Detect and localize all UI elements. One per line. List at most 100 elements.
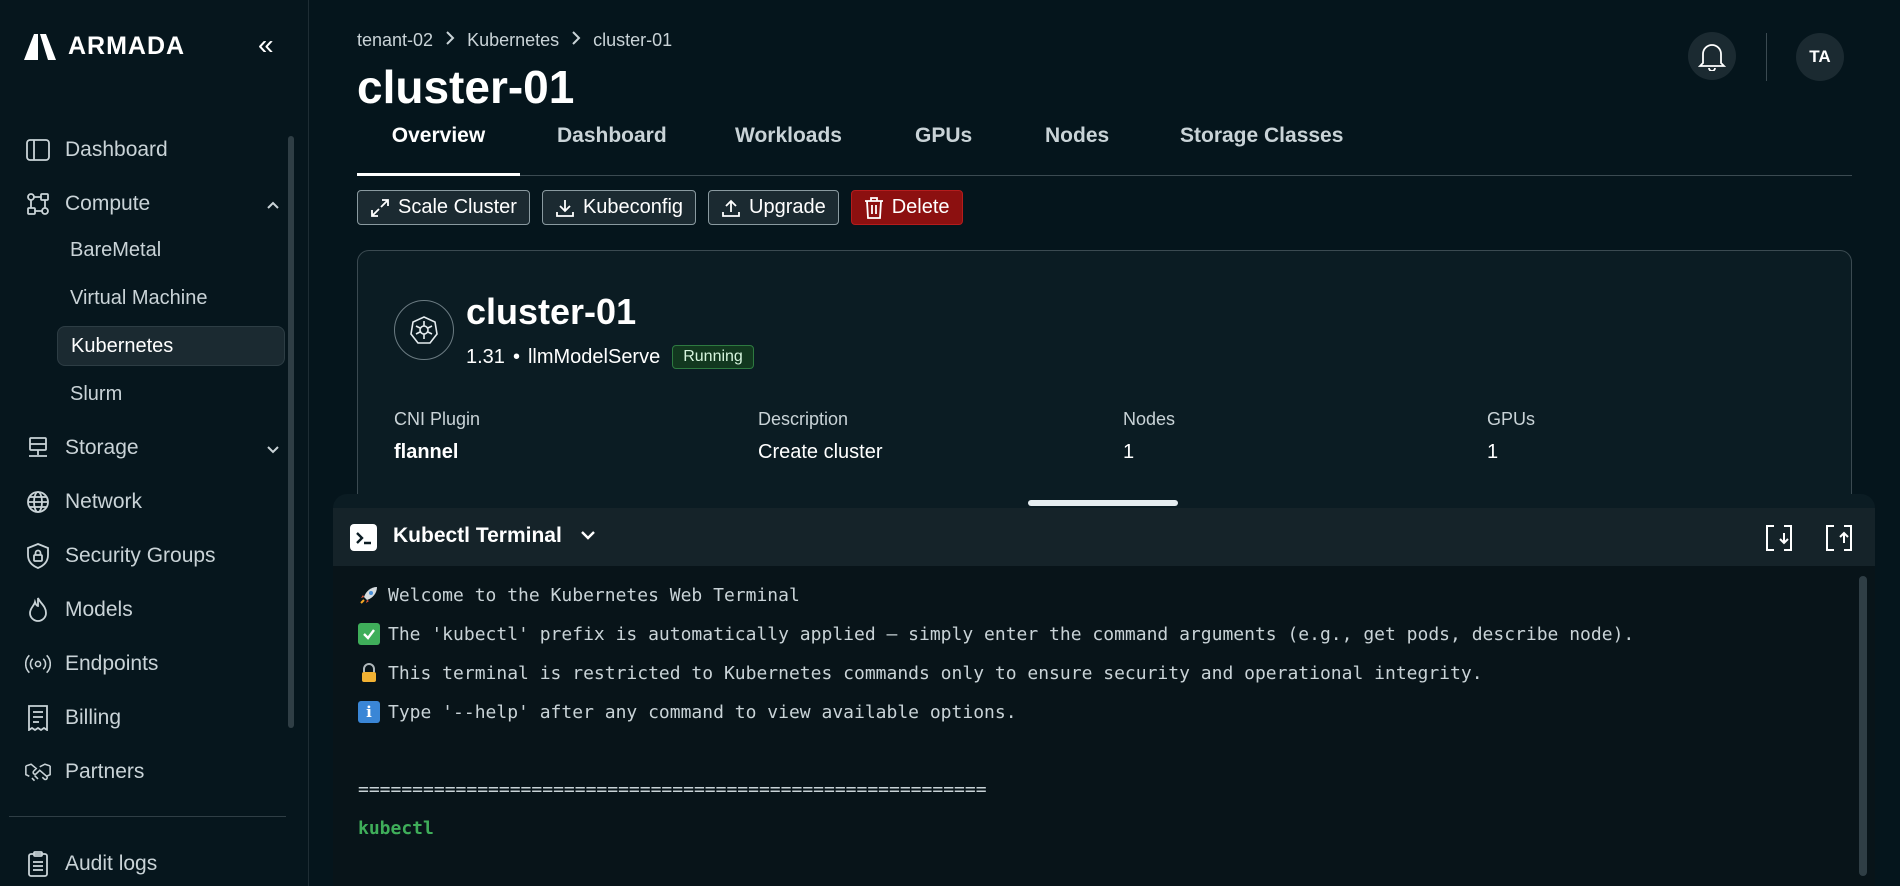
terminal-line-text: The 'kubectl' prefix is automatically ap… (388, 623, 1635, 645)
cluster-model: llmModelServe (527, 345, 661, 368)
receipt-icon (25, 705, 51, 731)
terminal-separator: ========================================… (358, 779, 987, 800)
field-label-nodes: Nodes (1123, 409, 1176, 429)
terminal-header: Kubectl Terminal (333, 508, 1875, 566)
avatar[interactable]: TA (1796, 33, 1844, 81)
tab-gpus[interactable]: GPUs (915, 120, 972, 176)
header-divider (1766, 33, 1767, 81)
sidebar-item-compute[interactable]: Compute (25, 184, 280, 224)
terminal-line-text: Welcome to the Kubernetes Web Terminal (388, 584, 800, 606)
terminal-line: The 'kubectl' prefix is automatically ap… (358, 623, 1634, 645)
field-value-gpus: 1 (1487, 441, 1499, 463)
notifications-button[interactable] (1688, 32, 1736, 80)
sidebar-item-label: Endpoints (65, 652, 159, 675)
flame-icon (25, 597, 51, 623)
terminal-line: Welcome to the Kubernetes Web Terminal (358, 584, 800, 606)
expand-terminal-icon[interactable] (1764, 523, 1794, 553)
button-label: Upgrade (749, 196, 826, 218)
upgrade-button[interactable]: Upgrade (708, 190, 839, 225)
sidebar-item-network[interactable]: Network (25, 482, 280, 522)
globe-icon (25, 489, 51, 515)
sidebar-subitem-kubernetes[interactable]: Kubernetes (57, 326, 285, 366)
sidebar-divider (9, 816, 286, 817)
field-label-gpus: GPUs (1487, 409, 1536, 429)
clipboard-icon (25, 851, 51, 877)
sidebar-item-models[interactable]: Models (25, 590, 280, 630)
tab-storage-classes[interactable]: Storage Classes (1180, 120, 1343, 176)
cluster-name: cluster-01 (466, 291, 637, 332)
chevron-down-icon[interactable] (579, 526, 597, 549)
button-label: Scale Cluster (398, 196, 517, 218)
cluster-overview-card: cluster-01 1.31 • llmModelServe Running … (357, 250, 1852, 510)
sidebar-item-partners[interactable]: Partners (25, 752, 280, 792)
sidebar-item-label: Network (65, 490, 143, 513)
sidebar-scrollbar[interactable] (288, 136, 294, 728)
separator-dot: • (512, 345, 520, 368)
sidebar-item-endpoints[interactable]: Endpoints (25, 644, 280, 684)
sidebar-item-label: Audit logs (65, 852, 158, 875)
armada-logo[interactable]: ARMADA (22, 30, 185, 62)
delete-button[interactable]: Delete (850, 190, 963, 225)
terminal-line-text: This terminal is restricted to Kubernete… (388, 662, 1483, 684)
sidebar-item-label: Security Groups (65, 544, 216, 567)
expand-arrows-icon (371, 198, 389, 217)
tab-bar: Overview Dashboard Workloads GPUs Nodes … (357, 120, 1852, 176)
tab-workloads[interactable]: Workloads (735, 120, 842, 176)
trash-icon (864, 196, 883, 219)
rocket-icon (358, 584, 380, 606)
terminal-prompt-icon (350, 524, 377, 551)
resize-handle[interactable] (1028, 500, 1178, 506)
kubectl-terminal-panel: Kubectl Terminal Welcome to the Kubernet… (333, 494, 1875, 886)
chevron-down-icon (266, 438, 280, 462)
breadcrumb-item[interactable]: Kubernetes (467, 30, 559, 51)
info-icon: i (358, 701, 380, 723)
terminal-line: i Type '--help' after any command to vie… (358, 701, 1017, 723)
upload-icon (722, 199, 740, 217)
sidebar-panel-icon (25, 137, 51, 163)
scale-cluster-button[interactable]: Scale Cluster (357, 190, 530, 225)
field-label-cni-plugin: CNI Plugin (394, 409, 481, 429)
kubeconfig-button[interactable]: Kubeconfig (541, 190, 697, 225)
collapse-sidebar-button[interactable]: « (258, 31, 288, 62)
breadcrumb: tenant-02 Kubernetes cluster-01 (357, 30, 672, 51)
sidebar-item-label: Compute (65, 192, 151, 215)
action-bar: Scale Cluster Kubeconfig Upgrade Delete (357, 190, 963, 225)
tab-overview[interactable]: Overview (357, 120, 520, 176)
sidebar-subitem-slurm[interactable]: Slurm (57, 374, 285, 414)
breadcrumb-item-current: cluster-01 (593, 30, 673, 50)
tab-dashboard[interactable]: Dashboard (557, 120, 667, 176)
collapse-terminal-icon[interactable] (1824, 523, 1854, 553)
shield-lock-icon (25, 543, 51, 569)
field-label-description: Description (758, 409, 849, 429)
button-label: Delete (891, 196, 950, 218)
sidebar-subitem-baremetal[interactable]: BareMetal (57, 230, 285, 270)
sidebar-item-security-groups[interactable]: Security Groups (25, 536, 280, 576)
tab-nodes[interactable]: Nodes (1045, 120, 1109, 176)
chevron-up-icon (266, 194, 280, 218)
chevron-right-icon (571, 31, 581, 50)
sidebar-item-billing[interactable]: Billing (25, 698, 280, 738)
sidebar-item-dashboard[interactable]: Dashboard (25, 130, 280, 170)
sidebar-subitem-virtual-machine[interactable]: Virtual Machine (57, 278, 285, 318)
check-mark-icon (358, 623, 380, 645)
cluster-version: 1.31 (466, 345, 505, 368)
breadcrumb-item[interactable]: tenant-02 (357, 30, 433, 51)
storage-icon (25, 435, 51, 461)
sidebar-item-audit-logs[interactable]: Audit logs (25, 844, 280, 884)
terminal-scrollbar[interactable] (1859, 576, 1867, 876)
armada-logo-icon (24, 34, 56, 60)
terminal-prompt[interactable]: kubectl (358, 818, 434, 839)
field-value-cni-plugin: flannel (394, 441, 459, 463)
status-badge: Running (672, 345, 754, 369)
compute-icon (25, 191, 51, 217)
sidebar-item-label: Storage (65, 436, 139, 459)
handshake-icon (25, 759, 51, 785)
terminal-line: This terminal is restricted to Kubernete… (358, 662, 1483, 684)
sidebar-item-label: Billing (65, 706, 122, 729)
field-value-description: Create cluster (758, 441, 883, 463)
bell-icon (1698, 44, 1726, 71)
sidebar-item-storage[interactable]: Storage (25, 428, 280, 468)
terminal-output[interactable]: Welcome to the Kubernetes Web Terminal T… (333, 566, 1875, 886)
broadcast-icon (25, 651, 51, 677)
terminal-title: Kubectl Terminal (393, 524, 562, 547)
